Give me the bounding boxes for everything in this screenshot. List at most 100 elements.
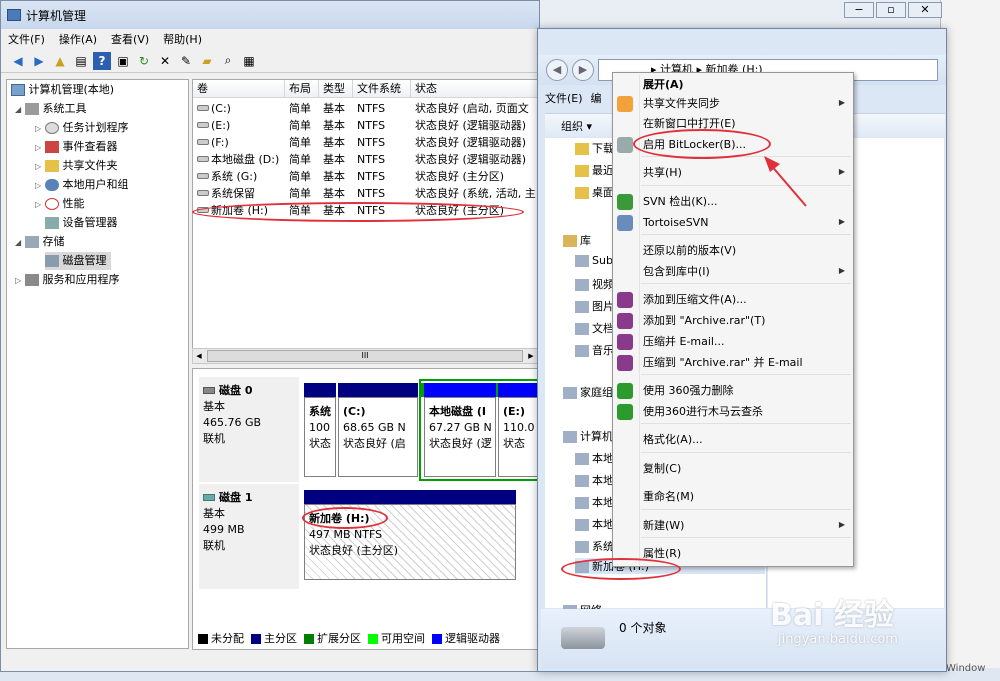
volume-cell[interactable]: 状态良好 (逻辑驱动器) [415,151,539,168]
expand-icon[interactable]: ▷ [35,139,45,157]
volume-cell[interactable]: (E:) [211,117,285,134]
tree-item-performance[interactable]: ▷ 性能 [35,195,85,213]
tree-item-services-apps[interactable]: ▷ 服务和应用程序 [15,271,120,289]
volume-cell[interactable]: (C:) [211,100,285,117]
context-menu-item[interactable]: 复制(C) [643,459,681,479]
context-menu-item[interactable]: 添加到压缩文件(A)... [643,290,747,310]
nav-item[interactable]: 计算机 [563,428,613,444]
volume-cell[interactable]: 简单 [289,100,319,117]
search-icon[interactable]: ⌕ [219,52,237,70]
column-header-layout[interactable]: 布局 [285,80,319,98]
volume-cell[interactable]: 简单 [289,151,319,168]
partition-c[interactable]: (C:) 68.65 GB N 状态良好 (启 [338,397,418,477]
nav-item[interactable]: 文档 [575,320,614,336]
menu-view[interactable]: 查看(V) [104,31,156,47]
partition-d[interactable]: 本地磁盘 (I 67.27 GB N 状态良好 (逻 [424,397,496,477]
volume-cell[interactable]: NTFS [357,185,411,202]
collapse-icon[interactable]: ◢ [15,234,25,252]
back-icon[interactable]: ◀ [9,52,27,70]
properties-icon[interactable]: ✎ [177,52,195,70]
volume-cell[interactable]: 简单 [289,134,319,151]
volume-cell[interactable]: NTFS [357,134,411,151]
volume-cell[interactable]: NTFS [357,117,411,134]
tree-item-storage[interactable]: ◢ 存储 [15,233,65,251]
horizontal-scrollbar[interactable]: ◀ III ▶ [192,348,540,364]
export-icon[interactable]: ▦ [240,52,258,70]
context-menu-item[interactable]: TortoiseSVN [643,213,708,233]
context-menu-item[interactable]: SVN 检出(K)... [643,192,718,212]
nav-item[interactable]: 最近 [575,162,614,178]
context-menu-item[interactable]: 还原以前的版本(V) [643,241,736,261]
expand-icon[interactable]: ▷ [35,120,45,138]
nav-item[interactable]: 本地 [575,494,614,510]
volume-cell[interactable]: 基本 [323,151,353,168]
tree-item-task-scheduler[interactable]: ▷ 任务计划程序 [35,119,129,137]
context-menu-item[interactable]: 压缩到 "Archive.rar" 并 E-mail [643,353,803,373]
tree-item-root[interactable]: 计算机管理(本地) [11,81,114,99]
scroll-thumb[interactable]: III [207,350,523,362]
tree-item-event-viewer[interactable]: ▷ 事件查看器 [35,138,118,156]
volume-cell[interactable]: 基本 [323,100,353,117]
volume-cell[interactable]: 状态良好 (逻辑驱动器) [415,134,539,151]
volume-cell[interactable]: 系统 (G:) [211,168,285,185]
back-icon[interactable]: ◀ [546,59,568,81]
menu-file[interactable]: 文件(F) [1,31,52,47]
nav-item[interactable]: 本地 [575,516,614,532]
volume-cell[interactable]: 状态良好 (系统, 活动, 主 [415,185,539,202]
tree-item-device-manager[interactable]: 设备管理器 [45,214,118,232]
context-menu-item[interactable]: 展开(A) [643,75,684,95]
context-menu-item[interactable]: 新建(W) [643,516,684,536]
volume-cell[interactable]: 简单 [289,168,319,185]
disk0-label[interactable]: 磁盘 0 基本 465.76 GB 联机 [199,377,299,482]
expand-icon[interactable]: ▷ [35,158,45,176]
organize-button[interactable]: 组织 ▾ [561,118,592,134]
expand-icon[interactable]: ▷ [35,196,45,214]
tree-item-system-tools[interactable]: ◢ 系统工具 [15,100,87,118]
tree-item-shared-folders[interactable]: ▷ 共享文件夹 [35,157,118,175]
nav-item[interactable]: 音乐 [575,342,614,358]
minimize-icon[interactable]: − [844,2,874,18]
scroll-left-icon[interactable]: ◀ [193,349,205,363]
volume-cell[interactable]: 简单 [289,185,319,202]
volume-cell[interactable]: 系统保留 [211,185,285,202]
nav-item[interactable]: 桌面 [575,184,614,200]
expand-icon[interactable]: ▷ [35,177,45,195]
expand-icon[interactable]: ▷ [15,272,25,290]
partition-system[interactable]: 系统 100 状态 [304,397,336,477]
column-header-status[interactable]: 状态 [411,80,539,98]
volume-cell[interactable]: 基本 [323,185,353,202]
collapse-icon[interactable]: ◢ [15,101,25,119]
context-menu-item[interactable]: 添加到 "Archive.rar"(T) [643,311,765,331]
pane-icon[interactable]: ▣ [114,52,132,70]
nav-item[interactable]: 视频 [575,276,614,292]
volume-cell[interactable]: NTFS [357,151,411,168]
volume-cell[interactable]: 基本 [323,168,353,185]
delete-icon[interactable]: ✕ [156,52,174,70]
context-menu-item[interactable]: 使用360进行木马云查杀 [643,402,763,422]
nav-item[interactable]: 图片 [575,298,614,314]
forward-icon[interactable]: ▶ [572,59,594,81]
up-folder-icon[interactable]: ▲ [51,52,69,70]
open-folder-icon[interactable]: ▰ [198,52,216,70]
context-menu-item[interactable]: 使用 360强力删除 [643,381,734,401]
help-icon[interactable]: ? [93,51,111,70]
forward-icon[interactable]: ▶ [30,52,48,70]
explorer-menu-file[interactable]: 文件(E) [545,90,583,110]
menu-action[interactable]: 操作(A) [52,31,104,47]
volume-cell[interactable]: 基本 [323,117,353,134]
refresh-icon[interactable]: ↻ [135,52,153,70]
nav-item[interactable]: 下载 [575,140,614,156]
close-icon[interactable]: ✕ [908,2,942,18]
volume-cell[interactable]: (F:) [211,134,285,151]
nav-item[interactable]: 本地 [575,450,614,466]
context-menu-item[interactable]: 共享(H) [643,163,682,183]
column-header-type[interactable]: 类型 [319,80,353,98]
tree-item-local-users[interactable]: ▷ 本地用户和组 [35,176,129,194]
context-menu-item[interactable]: 包含到库中(I) [643,262,710,282]
disk1-label[interactable]: 磁盘 1 基本 499 MB 联机 [199,484,299,589]
show-tree-icon[interactable]: ▤ [72,52,90,70]
maximize-icon[interactable]: ▫ [876,2,906,18]
tree-item-disk-management[interactable]: 磁盘管理 [45,252,111,270]
volume-cell[interactable]: 基本 [323,134,353,151]
volume-cell[interactable]: 状态良好 (主分区) [415,168,539,185]
